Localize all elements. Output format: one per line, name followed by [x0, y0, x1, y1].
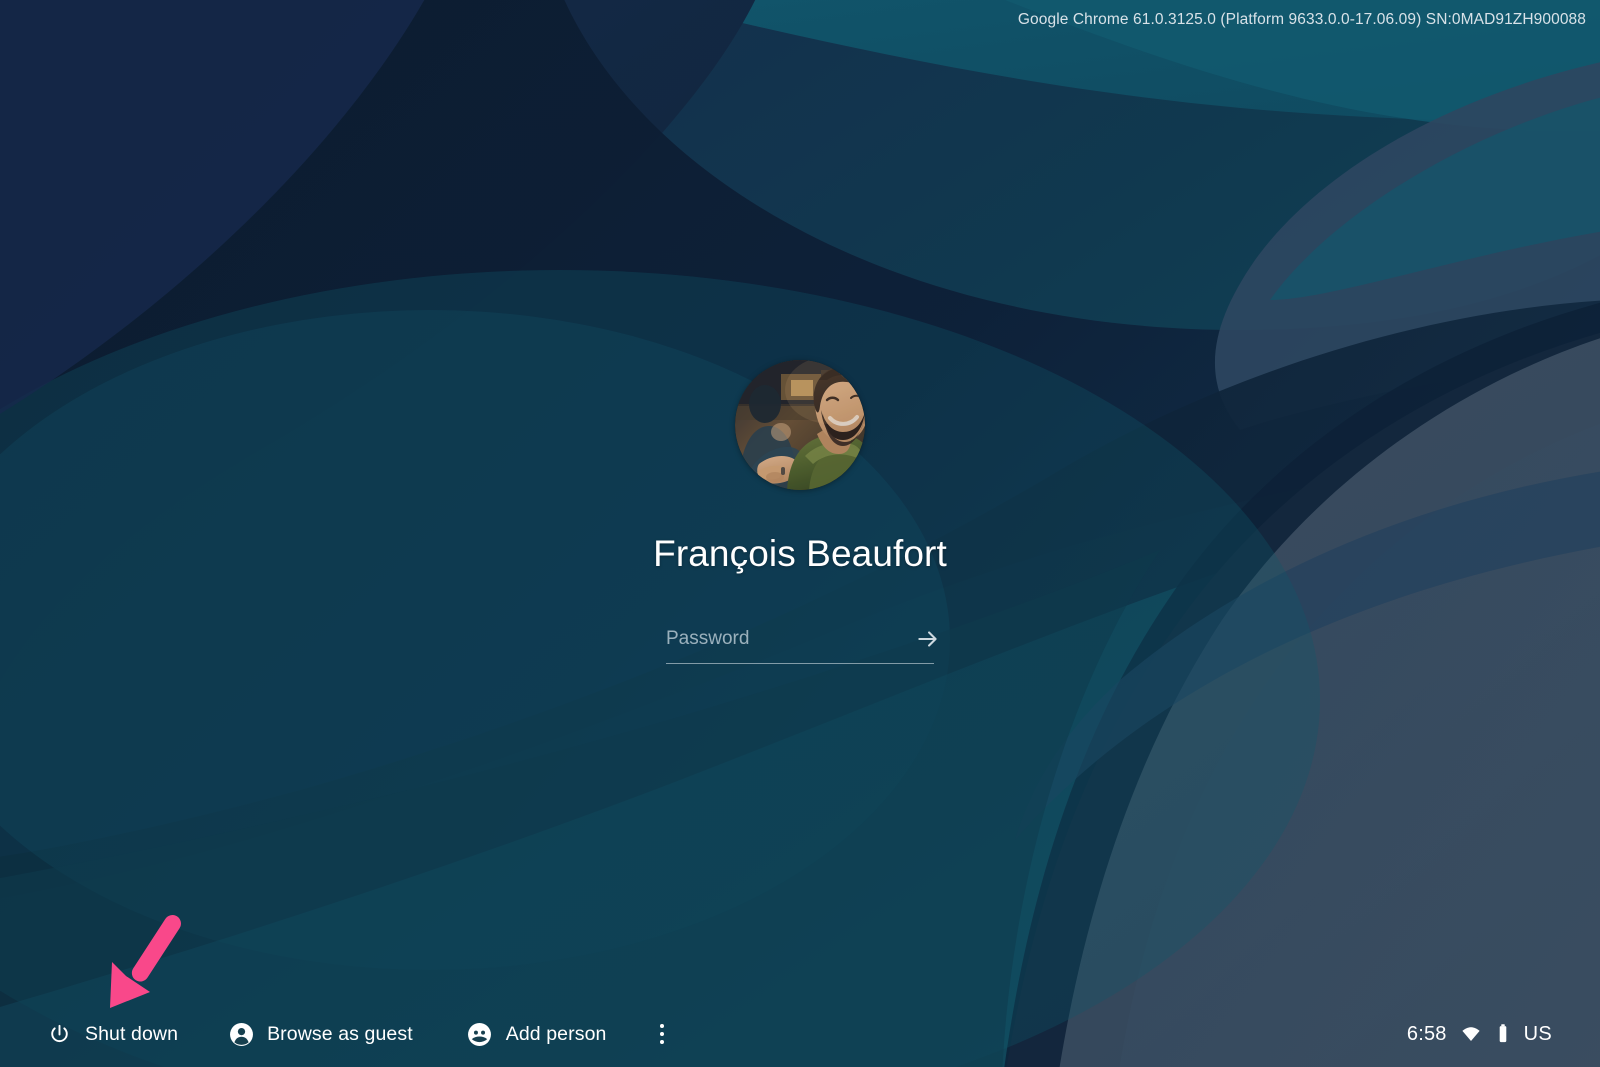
browse-as-guest-button[interactable]: Browse as guest	[216, 1015, 425, 1053]
user-photo-avatar[interactable]	[735, 360, 865, 490]
kebab-dot	[660, 1032, 665, 1036]
clock-label: 6:58	[1406, 1022, 1447, 1045]
arrow-right-icon[interactable]	[911, 622, 945, 656]
add-person-label: Add person	[505, 1022, 607, 1045]
password-input[interactable]	[666, 621, 911, 662]
login-shelf: Shut down Browse as guest Add person 6:5…	[0, 1001, 1600, 1067]
shut-down-button[interactable]: Shut down	[34, 1015, 190, 1053]
chromeos-login-screen: Google Chrome 61.0.3125.0 (Platform 9633…	[0, 0, 1600, 1067]
browse-as-guest-label: Browse as guest	[267, 1022, 413, 1045]
kebab-dot	[660, 1024, 665, 1028]
shut-down-label: Shut down	[85, 1022, 179, 1045]
shelf-actions: Shut down Browse as guest Add person	[34, 1014, 680, 1054]
status-tray-button[interactable]: 6:58 US	[1397, 1017, 1562, 1052]
login-pod: François Beaufort	[0, 360, 1600, 664]
avatar-image	[735, 360, 865, 490]
more-vert-icon[interactable]	[644, 1014, 680, 1054]
add-person-icon	[467, 1021, 493, 1047]
battery-icon	[1495, 1023, 1511, 1045]
user-name: François Beaufort	[653, 533, 947, 574]
add-person-button[interactable]: Add person	[455, 1015, 619, 1053]
password-row	[666, 620, 937, 664]
wifi-icon	[1460, 1023, 1482, 1045]
keyboard-layout-label: US	[1523, 1022, 1552, 1045]
kebab-dot	[660, 1040, 665, 1044]
system-tray: 6:58 US	[1397, 1017, 1580, 1052]
power-icon	[46, 1021, 72, 1047]
account-circle-icon	[228, 1021, 254, 1047]
